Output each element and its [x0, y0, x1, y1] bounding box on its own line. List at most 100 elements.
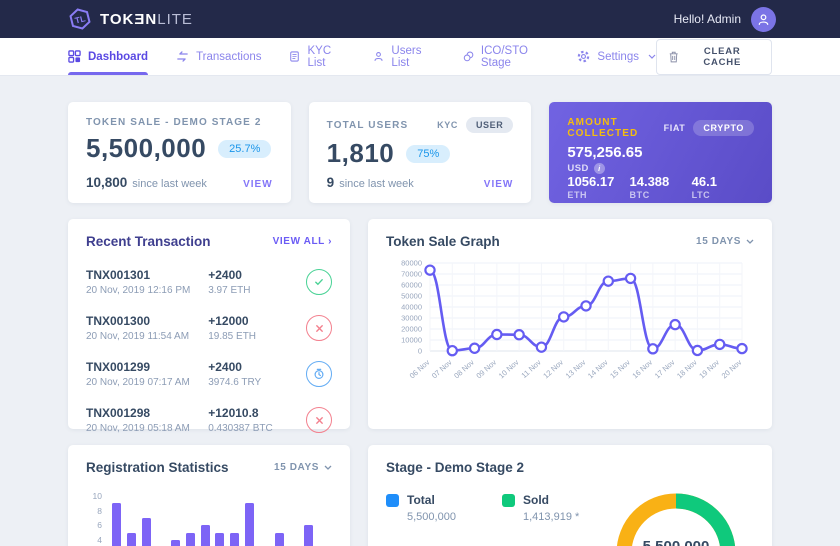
user-avatar[interactable] — [751, 7, 776, 32]
nav-item-ico-sto-stage[interactable]: ICO/STO Stage — [463, 38, 550, 75]
legend-swatch — [386, 494, 399, 507]
bar[interactable] — [112, 503, 121, 546]
nav-item-label: Users List — [391, 45, 434, 69]
svg-text:06 Nov: 06 Nov — [408, 358, 432, 381]
svg-text:40000: 40000 — [401, 303, 422, 312]
bar-group — [112, 496, 328, 546]
x-icon — [314, 323, 325, 334]
clock-icon — [313, 368, 325, 380]
svg-text:11 Nov: 11 Nov — [519, 358, 542, 380]
nav-item-label: Transactions — [196, 51, 261, 63]
bar[interactable] — [171, 540, 180, 546]
transaction-amount: +12010.8 — [208, 406, 306, 420]
transaction-amount: +12000 — [208, 314, 306, 328]
transaction-status-success[interactable] — [306, 269, 332, 295]
transaction-crypto-amount: 0.430387 BTC — [208, 423, 306, 434]
settings-gear-icon — [577, 50, 590, 63]
stage-title: Stage - Demo Stage 2 — [386, 460, 524, 475]
transaction-amount: +2400 — [208, 268, 306, 282]
crypto-amount-btc: 14.388BTC — [630, 174, 692, 200]
svg-text:20000: 20000 — [401, 325, 422, 334]
total-users-value: 1,810 — [327, 138, 395, 169]
svg-text:08 Nov: 08 Nov — [452, 358, 476, 381]
svg-text:12 Nov: 12 Nov — [541, 358, 565, 381]
tab-user[interactable]: USER — [466, 117, 513, 133]
bar[interactable] — [127, 533, 136, 546]
bar[interactable] — [245, 503, 254, 546]
bar[interactable] — [215, 533, 224, 546]
transactions-icon — [176, 50, 189, 63]
tab-crypto[interactable]: CRYPTO — [693, 120, 754, 136]
nav-item-transactions[interactable]: Transactions — [176, 38, 261, 75]
amount-currency: USD — [567, 163, 589, 174]
legend-item-total: Total5,500,000 — [386, 493, 490, 546]
transaction-status-failed[interactable] — [306, 407, 332, 433]
svg-text:0: 0 — [418, 347, 422, 356]
token-sale-card: TOKEN SALE - DEMO STAGE 2 5,500,000 25.7… — [68, 102, 291, 203]
transaction-row: TNX00130020 Nov, 2019 11:54 AM+1200019.8… — [86, 305, 332, 351]
view-all-link[interactable]: VIEW ALL › — [273, 236, 332, 247]
app-header: TL TOKƎNLITE Hello! Admin — [0, 0, 840, 38]
svg-text:60000: 60000 — [401, 281, 422, 290]
transaction-date: 20 Nov, 2019 11:54 AM — [86, 331, 208, 342]
transaction-crypto-amount: 19.85 ETH — [208, 331, 306, 342]
registration-statistics-title: Registration Statistics — [86, 460, 229, 475]
stage-donut-chart: 5,500,000 TLE — [614, 491, 738, 546]
nav-item-label: ICO/STO Stage — [481, 45, 550, 69]
registration-bar-chart: 1086420 — [86, 487, 332, 546]
line-chart-period-dropdown[interactable]: 15 DAYS — [696, 236, 754, 247]
svg-text:TL: TL — [74, 13, 87, 25]
transaction-row: TNX00130120 Nov, 2019 12:16 PM+24003.97 … — [86, 259, 332, 305]
amount-collected-value: 575,256.65 — [567, 144, 754, 161]
nav-item-users-list[interactable]: Users List — [373, 38, 434, 75]
tab-fiat[interactable]: FIAT — [664, 123, 686, 133]
svg-text:17 Nov: 17 Nov — [653, 358, 677, 381]
transaction-crypto-amount: 3974.6 TRY — [208, 377, 306, 388]
info-icon[interactable]: i — [594, 163, 605, 174]
transaction-status-pending[interactable] — [306, 361, 332, 387]
amount-collected-title: AMOUNT COLLECTED — [567, 117, 663, 139]
svg-text:70000: 70000 — [401, 270, 422, 279]
tokenlite-logo-icon: TL — [68, 7, 92, 31]
transaction-status-failed[interactable] — [306, 315, 332, 341]
transaction-date: 20 Nov, 2019 05:18 AM — [86, 423, 208, 434]
bar[interactable] — [275, 533, 284, 546]
clear-cache-button[interactable]: CLEAR CACHE — [656, 39, 772, 75]
bar[interactable] — [230, 533, 239, 546]
total-users-delta: 9 — [327, 175, 335, 190]
nav-item-settings[interactable]: Settings — [577, 38, 656, 75]
trash-icon — [669, 51, 678, 63]
token-sale-title: TOKEN SALE - DEMO STAGE 2 — [86, 117, 261, 128]
bar[interactable] — [304, 525, 313, 546]
transaction-row: TNX00129920 Nov, 2019 07:17 AM+24003974.… — [86, 351, 332, 397]
total-users-view-link[interactable]: VIEW — [484, 179, 514, 190]
app-title: TOKƎNLITE — [100, 11, 193, 28]
svg-text:19 Nov: 19 Nov — [697, 358, 721, 381]
kyc-list-icon — [289, 50, 300, 63]
nav-item-kyc-list[interactable]: KYC List — [289, 38, 345, 75]
total-users-card: TOTAL USERS KYC USER 1,810 75% 9 since l… — [309, 102, 532, 203]
svg-text:10 Nov: 10 Nov — [497, 358, 521, 381]
nav-item-label: Dashboard — [88, 51, 148, 63]
recent-transactions-panel: Recent Transaction VIEW ALL › TNX0013012… — [68, 219, 350, 429]
bar[interactable] — [186, 533, 195, 546]
svg-text:09 Nov: 09 Nov — [475, 358, 499, 381]
total-users-percent-badge: 75% — [406, 145, 450, 163]
tab-kyc[interactable]: KYC — [437, 120, 458, 130]
app-logo[interactable]: TL TOKƎNLITE — [68, 7, 193, 31]
svg-text:13 Nov: 13 Nov — [564, 358, 588, 381]
transaction-date: 20 Nov, 2019 12:16 PM — [86, 285, 208, 296]
svg-text:30000: 30000 — [401, 314, 422, 323]
svg-text:20 Nov: 20 Nov — [720, 358, 744, 381]
chevron-down-icon — [324, 465, 332, 470]
bar[interactable] — [201, 525, 210, 546]
svg-text:14 Nov: 14 Nov — [586, 358, 610, 381]
bar-chart-period-dropdown[interactable]: 15 DAYS — [274, 462, 332, 473]
bar[interactable] — [142, 518, 151, 546]
transaction-row: TNX001298 20 Nov, 2019 05:18 AM+12010.8 0.… — [86, 397, 332, 443]
transaction-id: TNX001298 — [86, 406, 208, 420]
svg-text:80000: 80000 — [401, 259, 422, 268]
token-sale-view-link[interactable]: VIEW — [243, 179, 273, 190]
nav-item-dashboard[interactable]: Dashboard — [68, 38, 148, 75]
nav-item-label: Settings — [597, 51, 639, 63]
